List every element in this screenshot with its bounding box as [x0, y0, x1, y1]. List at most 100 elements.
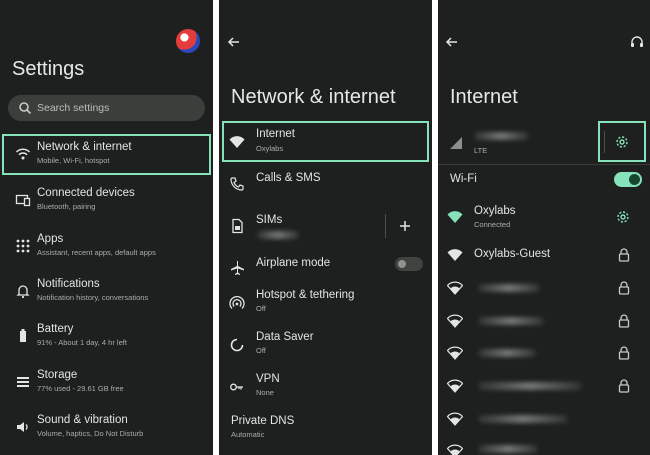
wifi-network-oxylabs-guest[interactable]: Oxylabs-Guest — [438, 240, 650, 270]
lock-icon — [616, 247, 632, 263]
wifi-network-redacted[interactable] — [438, 340, 650, 366]
storage-icon — [15, 374, 31, 390]
back-arrow-icon[interactable] — [226, 34, 242, 50]
airplane-mode-toggle[interactable] — [395, 257, 423, 271]
settings-item-sub: Assistant, recent apps, default apps — [37, 248, 156, 257]
network-type-label: LTE — [474, 146, 488, 155]
hotspot-icon — [229, 295, 245, 311]
wifi-signal-full-icon — [447, 209, 463, 225]
settings-item-label: Sound & vibration — [37, 414, 128, 426]
settings-item-storage[interactable]: Storage 77% used - 29.61 GB free — [0, 364, 213, 402]
wifi-network-redacted[interactable] — [438, 438, 650, 455]
settings-item-connected-devices[interactable]: Connected devices Bluetooth, pairing — [0, 182, 213, 220]
page-title: Network & internet — [231, 86, 396, 108]
settings-item-label: Apps — [37, 233, 64, 245]
network-item-label: SIMs — [256, 214, 283, 226]
page-title: Internet — [450, 86, 518, 108]
network-item-label: Data Saver — [256, 331, 314, 343]
network-item-label: Airplane mode — [256, 257, 331, 269]
settings-item-apps[interactable]: Apps Assistant, recent apps, default app… — [0, 228, 213, 266]
wifi-network-redacted[interactable] — [438, 406, 650, 432]
network-item-sub: Off — [256, 346, 266, 355]
back-arrow-icon[interactable] — [444, 34, 460, 50]
wifi-signal-icon — [447, 313, 463, 329]
page-title: Settings — [12, 58, 85, 80]
redacted-network-name — [478, 349, 536, 357]
search-bar[interactable]: Search settings — [8, 95, 205, 121]
network-item-sub: Oxylabs — [256, 144, 284, 153]
settings-item-notifications[interactable]: Notifications Notification history, conv… — [0, 273, 213, 311]
network-item-hotspot[interactable]: Hotspot & tethering Off — [219, 285, 432, 321]
network-item-sub: Off — [256, 304, 266, 313]
network-item-data-saver[interactable]: Data Saver Off — [219, 327, 432, 363]
network-item-sims[interactable]: SIMs — [219, 208, 432, 244]
carrier-settings-gear-icon[interactable] — [614, 134, 630, 150]
settings-item-label: Storage — [37, 369, 78, 381]
support-headset-icon[interactable] — [629, 34, 645, 50]
redacted-network-name — [478, 284, 540, 292]
network-item-label: Hotspot & tethering — [256, 289, 355, 301]
redacted-network-name — [478, 415, 568, 423]
settings-item-sub: 91% - About 1 day, 4 hr left — [37, 338, 127, 347]
wifi-signal-icon — [447, 443, 463, 455]
wifi-network-oxylabs[interactable]: Oxylabs Connected — [438, 200, 650, 236]
data-saver-icon — [229, 337, 245, 353]
wifi-signal-full-icon — [447, 247, 463, 263]
network-item-airplane[interactable]: Airplane mode — [219, 250, 432, 286]
network-item-label: Internet — [256, 128, 295, 140]
network-settings-gear-icon[interactable] — [615, 209, 631, 225]
settings-item-sub: Notification history, conversations — [37, 293, 149, 302]
settings-item-network[interactable]: Network & internet Mobile, Wi-Fi, hotspo… — [0, 136, 213, 174]
settings-item-sub: Bluetooth, pairing — [37, 202, 96, 211]
calls-sms-icon — [229, 176, 245, 192]
vpn-key-icon — [229, 379, 245, 395]
settings-item-sub: Mobile, Wi-Fi, hotspot — [37, 156, 110, 165]
speaker-icon — [15, 419, 31, 435]
wifi-icon — [229, 134, 245, 150]
network-item-vpn[interactable]: VPN None — [219, 369, 432, 405]
network-item-sub: None — [256, 388, 274, 397]
network-item-label: VPN — [256, 373, 280, 385]
wifi-network-redacted[interactable] — [438, 308, 650, 334]
wifi-network-name: Oxylabs-Guest — [474, 248, 551, 260]
apps-grid-icon — [15, 238, 31, 254]
wifi-network-redacted[interactable] — [438, 275, 650, 301]
add-sim-icon[interactable] — [397, 218, 413, 234]
sim-icon — [229, 218, 245, 234]
lock-icon — [616, 378, 632, 394]
network-item-internet[interactable]: Internet Oxylabs — [219, 124, 432, 160]
bell-icon — [15, 283, 31, 299]
wifi-signal-icon — [447, 345, 463, 361]
settings-item-label: Battery — [37, 323, 74, 335]
wifi-network-name: Oxylabs — [474, 205, 516, 217]
network-item-calls-sms[interactable]: Calls & SMS — [219, 166, 432, 202]
network-item-sub: Automatic — [231, 430, 265, 439]
settings-item-sound[interactable]: Sound & vibration Volume, haptics, Do No… — [0, 409, 213, 447]
section-divider — [438, 164, 650, 165]
battery-icon — [15, 328, 31, 344]
internet-screen: Internet LTE Wi-Fi Oxylabs Connected Oxy… — [438, 0, 650, 455]
search-icon — [17, 100, 33, 116]
settings-item-label: Connected devices — [37, 187, 135, 199]
settings-item-battery[interactable]: Battery 91% - About 1 day, 4 hr left — [0, 318, 213, 356]
redacted-network-name — [478, 317, 544, 325]
lock-icon — [616, 313, 632, 329]
search-input[interactable]: Search settings — [37, 102, 109, 114]
wifi-signal-icon — [447, 411, 463, 427]
network-item-label: Calls & SMS — [256, 172, 321, 184]
wifi-icon — [15, 146, 31, 162]
settings-item-sub: 77% used - 29.61 GB free — [37, 384, 124, 393]
wifi-network-redacted[interactable] — [438, 373, 650, 399]
lock-icon — [616, 345, 632, 361]
wifi-signal-icon — [447, 280, 463, 296]
connected-devices-icon — [15, 192, 31, 208]
divider — [385, 214, 386, 238]
lock-icon — [616, 280, 632, 296]
signal-strength-icon — [448, 135, 464, 151]
profile-avatar[interactable] — [176, 29, 200, 53]
network-item-private-dns[interactable]: Private DNS Automatic — [219, 411, 432, 447]
redacted-sim-name — [257, 231, 299, 239]
network-screen: Network & internet Internet Oxylabs Call… — [219, 0, 432, 455]
wifi-toggle[interactable] — [614, 172, 642, 187]
redacted-network-name — [478, 445, 538, 453]
